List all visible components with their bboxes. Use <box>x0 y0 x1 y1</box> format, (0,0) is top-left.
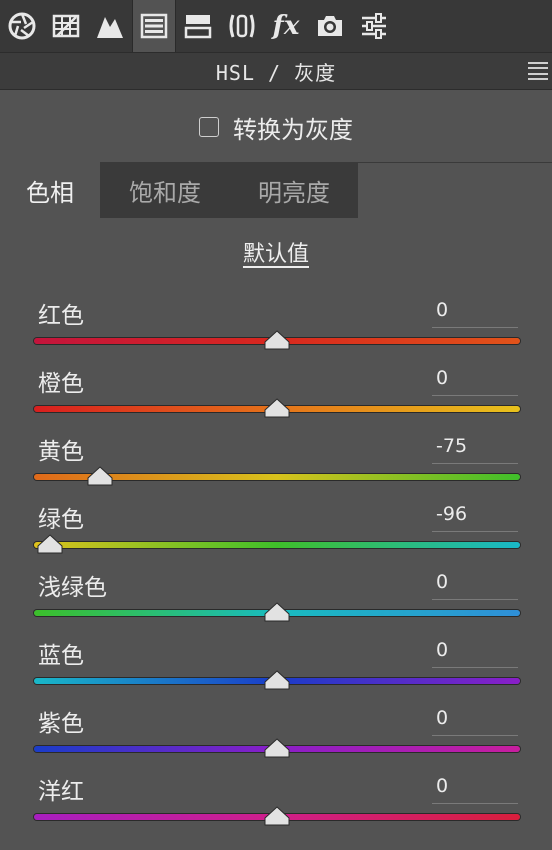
slider-thumb[interactable] <box>264 738 290 758</box>
slider-label: 蓝色 <box>38 643 84 669</box>
slider-green: 绿色 -96 <box>0 500 552 568</box>
default-link[interactable]: 默认值 <box>0 236 552 268</box>
split-toning-icon[interactable] <box>176 0 220 52</box>
panel-header: HSL / 灰度 <box>0 53 552 90</box>
tab-saturation[interactable]: 饱和度 <box>100 162 230 218</box>
sliders-icon[interactable] <box>352 0 396 52</box>
slider-value-field[interactable]: -75 <box>432 432 518 464</box>
slider-thumb[interactable] <box>264 806 290 826</box>
hsl-tabs: 色相 饱和度 明亮度 <box>0 162 552 218</box>
tool-toolbar: fx <box>0 0 552 53</box>
slider-yellow: 黄色 -75 <box>0 432 552 500</box>
lens-icon[interactable] <box>220 0 264 52</box>
fx-label: fx <box>272 11 300 41</box>
slider-label: 红色 <box>38 303 84 329</box>
slider-value-field[interactable]: 0 <box>432 364 518 396</box>
slider-purple: 紫色 0 <box>0 704 552 772</box>
panel-title: HSL / 灰度 <box>215 60 337 85</box>
grid-icon[interactable] <box>44 0 88 52</box>
slider-value-field[interactable]: 0 <box>432 772 518 804</box>
slider-thumb[interactable] <box>264 602 290 622</box>
aperture-icon[interactable] <box>0 0 44 52</box>
panel-menu-icon[interactable] <box>528 62 548 80</box>
fx-icon[interactable]: fx <box>264 0 308 52</box>
slider-value-field[interactable]: 0 <box>432 568 518 600</box>
camera-icon[interactable] <box>308 0 352 52</box>
tabs-filler <box>358 162 552 218</box>
slider-value-field[interactable]: 0 <box>432 296 518 328</box>
slider-aqua: 浅绿色 0 <box>0 568 552 636</box>
grayscale-label[interactable]: 转换为灰度 <box>233 110 353 145</box>
slider-value-field[interactable]: 0 <box>432 636 518 668</box>
slider-label: 橙色 <box>38 371 84 397</box>
slider-value-field[interactable]: -96 <box>432 500 518 532</box>
slider-label: 绿色 <box>38 507 84 533</box>
mountain-icon[interactable] <box>88 0 132 52</box>
slider-orange: 橙色 0 <box>0 364 552 432</box>
slider-red: 红色 0 <box>0 296 552 364</box>
slider-thumb[interactable] <box>87 466 113 486</box>
grayscale-row: 转换为灰度 <box>0 100 552 154</box>
slider-label: 浅绿色 <box>38 575 107 601</box>
grayscale-checkbox[interactable] <box>199 117 219 137</box>
slider-label: 紫色 <box>38 711 84 737</box>
slider-label: 黄色 <box>38 439 84 465</box>
slider-blue: 蓝色 0 <box>0 636 552 704</box>
slider-thumb[interactable] <box>37 534 63 554</box>
slider-thumb[interactable] <box>264 330 290 350</box>
slider-label: 洋红 <box>38 779 84 805</box>
slider-thumb[interactable] <box>264 398 290 418</box>
slider-thumb[interactable] <box>264 670 290 690</box>
tab-hue[interactable]: 色相 <box>0 162 100 218</box>
hsl-icon[interactable] <box>132 0 176 52</box>
slider-magenta: 洋红 0 <box>0 772 552 840</box>
tab-luminance[interactable]: 明亮度 <box>230 162 358 218</box>
slider-value-field[interactable]: 0 <box>432 704 518 736</box>
slider-track[interactable] <box>34 542 520 548</box>
